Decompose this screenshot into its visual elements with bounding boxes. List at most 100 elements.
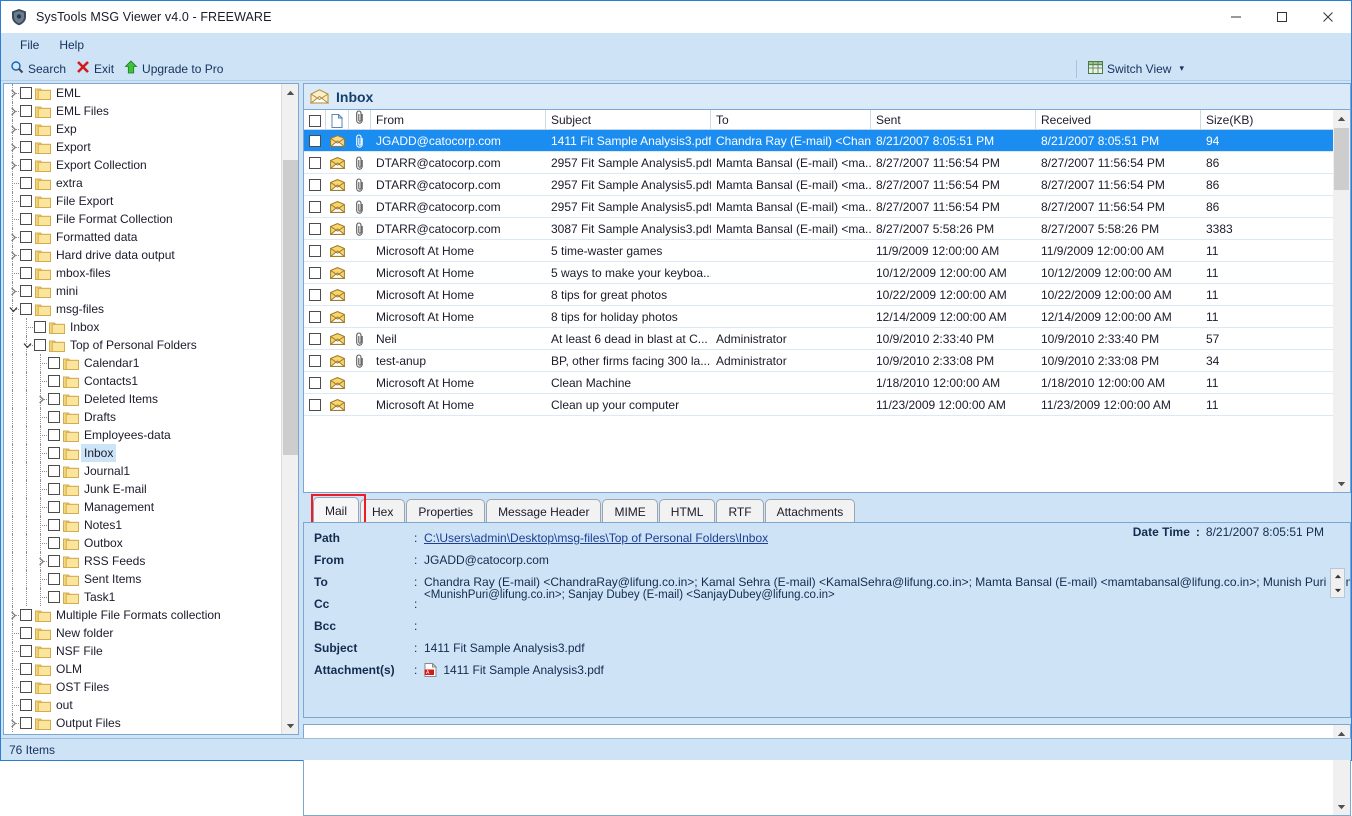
table-row[interactable]: DTARR@catocorp.com 3087 Fit Sample Analys… <box>304 218 1350 240</box>
chevron-right-icon[interactable] <box>6 120 20 138</box>
tree-item-out[interactable]: out <box>4 696 282 714</box>
chevron-right-icon[interactable] <box>34 390 48 408</box>
column-header-subject[interactable]: Subject <box>546 110 711 129</box>
tree-item-checkbox[interactable] <box>48 447 60 459</box>
chevron-down-icon[interactable] <box>6 300 20 318</box>
chevron-right-icon[interactable] <box>6 102 20 120</box>
row-checkbox[interactable] <box>304 288 326 301</box>
tree-item-calendar1[interactable]: Calendar1 <box>4 354 282 372</box>
column-header-from[interactable]: From <box>371 110 546 129</box>
tree-item-nsf-file[interactable]: NSF File <box>4 642 282 660</box>
table-row[interactable]: JGADD@catocorp.com 1411 Fit Sample Analys… <box>304 130 1350 152</box>
chevron-right-icon[interactable] <box>6 246 20 264</box>
tree-item-rss-feeds[interactable]: RSS Feeds <box>4 552 282 570</box>
row-checkbox[interactable] <box>304 398 326 411</box>
chevron-right-icon[interactable] <box>6 282 20 300</box>
tree-item-checkbox[interactable] <box>20 663 32 675</box>
tab-attachments[interactable]: Attachments <box>764 499 856 524</box>
tree-item-checkbox[interactable] <box>48 411 60 423</box>
close-button[interactable] <box>1305 1 1351 33</box>
table-row[interactable]: DTARR@catocorp.com 2957 Fit Sample Analys… <box>304 174 1350 196</box>
switch-view-button[interactable]: Switch View ▾ <box>1085 60 1191 78</box>
tree-item-deleted-items[interactable]: Deleted Items <box>4 390 282 408</box>
tree-item-checkbox[interactable] <box>20 141 32 153</box>
tree-item-exp[interactable]: Exp <box>4 120 282 138</box>
tree-item-formatted-data[interactable]: Formatted data <box>4 228 282 246</box>
tree-item-checkbox[interactable] <box>48 483 60 495</box>
tree-item-inbox[interactable]: Inbox <box>4 444 282 462</box>
row-checkbox[interactable] <box>304 222 326 235</box>
body-scroll-down-icon[interactable] <box>1333 798 1350 815</box>
tree-item-checkbox[interactable] <box>20 87 32 99</box>
tree-scroll-up-icon[interactable] <box>282 84 298 101</box>
tree-scroll-thumb[interactable] <box>283 160 298 455</box>
tree-item-eml[interactable]: EML <box>4 84 282 102</box>
column-header-received[interactable]: Received <box>1036 110 1201 129</box>
tree-item-export-collection[interactable]: Export Collection <box>4 156 282 174</box>
tab-hex[interactable]: Hex <box>360 499 406 524</box>
tree-item-checkbox[interactable] <box>48 555 60 567</box>
tab-html[interactable]: HTML <box>658 499 716 524</box>
tree-scroll-down-icon[interactable] <box>282 717 298 734</box>
tree-item-eml-files[interactable]: EML Files <box>4 102 282 120</box>
tree-item-checkbox[interactable] <box>20 249 32 261</box>
list-scroll-up-icon[interactable] <box>1333 110 1350 127</box>
table-row[interactable]: Microsoft At Home 5 time-waster games 11/9… <box>304 240 1350 262</box>
column-header-size[interactable]: Size(KB) <box>1201 110 1341 129</box>
chevron-right-icon[interactable] <box>6 228 20 246</box>
tree-item-multiple-file-formats-collection[interactable]: Multiple File Formats collection <box>4 606 282 624</box>
tab-mail[interactable]: Mail <box>313 497 360 524</box>
tree-item-checkbox[interactable] <box>20 303 32 315</box>
tree-item-checkbox[interactable] <box>20 627 32 639</box>
chevron-right-icon[interactable] <box>6 606 20 624</box>
menu-item-help[interactable]: Help <box>50 35 93 55</box>
tree-item-checkbox[interactable] <box>34 339 46 351</box>
tree-item-ost-files[interactable]: OST Files <box>4 678 282 696</box>
tree-item-task1[interactable]: Task1 <box>4 588 282 606</box>
tree-item-extra[interactable]: extra <box>4 174 282 192</box>
tree-item-checkbox[interactable] <box>20 213 32 225</box>
row-checkbox[interactable] <box>304 310 326 323</box>
tree-item-checkbox[interactable] <box>48 393 60 405</box>
tree-item-checkbox[interactable] <box>48 573 60 585</box>
column-header-sent[interactable]: Sent <box>871 110 1036 129</box>
tree-item-msg-files[interactable]: msg-files <box>4 300 282 318</box>
tree-item-checkbox[interactable] <box>20 177 32 189</box>
tree-item-checkbox[interactable] <box>48 465 60 477</box>
tree-item-outbox[interactable]: Outbox <box>4 534 282 552</box>
tree-item-olm[interactable]: OLM <box>4 660 282 678</box>
row-checkbox[interactable] <box>304 354 326 367</box>
tree-item-hard-drive-data-output[interactable]: Hard drive data output <box>4 246 282 264</box>
table-row[interactable]: DTARR@catocorp.com 2957 Fit Sample Analys… <box>304 196 1350 218</box>
chevron-right-icon[interactable] <box>6 84 20 102</box>
list-scroll-thumb[interactable] <box>1334 128 1349 190</box>
message-icon-column-header[interactable] <box>326 110 349 129</box>
tree-item-checkbox[interactable] <box>34 321 46 333</box>
exit-button[interactable]: Exit <box>73 59 121 78</box>
tree-item-file-format-collection[interactable]: File Format Collection <box>4 210 282 228</box>
tab-properties[interactable]: Properties <box>406 499 486 524</box>
tree-item-checkbox[interactable] <box>20 159 32 171</box>
tree-item-file-export[interactable]: File Export <box>4 192 282 210</box>
table-row[interactable]: DTARR@catocorp.com 2957 Fit Sample Analys… <box>304 152 1350 174</box>
message-list-scrollbar[interactable] <box>1333 110 1350 492</box>
tree-item-checkbox[interactable] <box>48 429 60 441</box>
to-field-spinner[interactable] <box>1330 568 1345 598</box>
search-button[interactable]: Search <box>7 59 73 78</box>
table-row[interactable]: Microsoft At Home 8 tips for holiday phot… <box>304 306 1350 328</box>
maximize-button[interactable] <box>1259 1 1305 33</box>
select-all-checkbox[interactable] <box>304 110 326 129</box>
tree-item-drafts[interactable]: Drafts <box>4 408 282 426</box>
table-row[interactable]: Microsoft At Home Clean Machine 1/18/2010 … <box>304 372 1350 394</box>
tree-item-junk-e-mail[interactable]: Junk E-mail <box>4 480 282 498</box>
row-checkbox[interactable] <box>304 266 326 279</box>
tree-item-checkbox[interactable] <box>20 609 32 621</box>
tree-item-top-of-personal-folders[interactable]: Top of Personal Folders <box>4 336 282 354</box>
tree-item-checkbox[interactable] <box>20 195 32 207</box>
table-row[interactable]: test-anup BP, other firms facing 300 la..… <box>304 350 1350 372</box>
table-row[interactable]: Microsoft At Home 5 ways to make your key… <box>304 262 1350 284</box>
row-checkbox[interactable] <box>304 200 326 213</box>
tree-item-checkbox[interactable] <box>20 123 32 135</box>
attachment-column-header[interactable] <box>349 110 371 129</box>
chevron-right-icon[interactable] <box>6 714 20 732</box>
